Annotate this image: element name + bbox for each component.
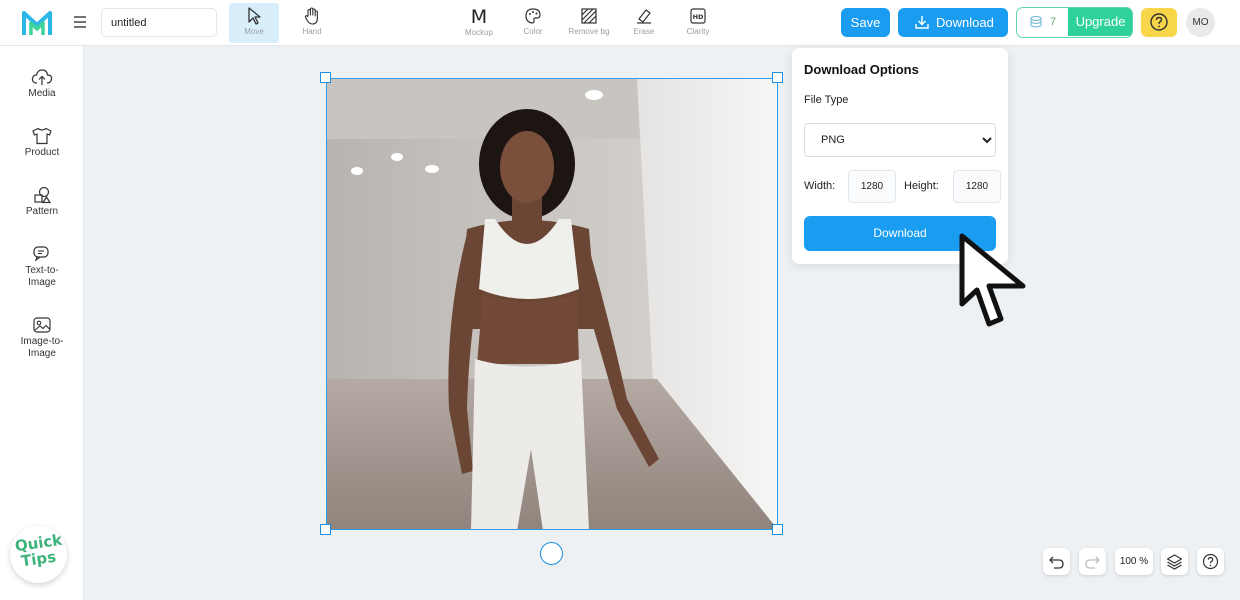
layers-button[interactable]	[1161, 548, 1188, 575]
sidebar-item-product[interactable]: Product	[0, 127, 84, 159]
layers-icon	[1166, 554, 1183, 570]
svg-text:HD: HD	[693, 13, 704, 21]
credits-count: 7	[1050, 16, 1057, 28]
sidebar-item-media[interactable]: Media	[0, 68, 84, 100]
sidebar-item-text-to-image-line2: Image	[28, 277, 56, 288]
resize-handle-bottom-right[interactable]	[772, 524, 783, 535]
left-sidebar: Media Product Pattern Text-to- Image Ima…	[0, 46, 84, 600]
tool-remove-bg-label: Remove bg	[568, 27, 610, 36]
sidebar-item-pattern-label: Pattern	[25, 206, 59, 217]
download-button[interactable]: Download	[898, 8, 1008, 37]
save-button[interactable]: Save	[841, 8, 890, 37]
quick-tips-button[interactable]: Quick Tips	[10, 526, 67, 583]
redo-icon	[1085, 556, 1100, 569]
tool-mockup[interactable]: M Mockup	[454, 3, 504, 43]
tool-color[interactable]: Color	[508, 3, 558, 43]
chat-bubbles-icon	[33, 246, 49, 262]
sidebar-item-product-label: Product	[24, 147, 60, 158]
coins-icon	[1030, 15, 1042, 28]
download-icon	[915, 16, 929, 29]
undo-icon	[1049, 556, 1064, 569]
tool-erase-label: Erase	[633, 27, 655, 36]
width-input[interactable]: 1280	[848, 170, 896, 203]
zoom-level[interactable]: 100 %	[1115, 548, 1153, 575]
app-logo-icon[interactable]	[22, 9, 52, 37]
resize-handle-bottom-left[interactable]	[320, 524, 331, 535]
height-label: Height:	[904, 180, 939, 192]
tshirt-icon	[32, 127, 52, 145]
download-button-label: Download	[936, 15, 994, 30]
tool-mockup-label: Mockup	[464, 28, 493, 37]
model-photo	[327, 79, 777, 529]
tool-clarity-label: Clarity	[686, 27, 710, 36]
top-toolbar: Move Hand M Mockup Color Remove bg Erase…	[0, 0, 1240, 46]
width-label: Width:	[804, 180, 836, 192]
help-button[interactable]	[1141, 8, 1177, 37]
file-type-label: File Type	[804, 94, 849, 106]
pointer-cursor-icon	[959, 233, 1026, 327]
cursor-arrow-icon	[248, 7, 261, 25]
tool-move-label: Move	[244, 27, 264, 36]
sidebar-item-image-to-image[interactable]: Image-to- Image	[0, 316, 84, 360]
credits-widget: 7 Upgrade	[1016, 7, 1133, 38]
cloud-upload-icon	[31, 69, 53, 85]
user-avatar[interactable]: MO	[1186, 8, 1215, 37]
rotate-handle[interactable]	[540, 542, 563, 565]
sidebar-item-text-to-image-line1: Text-to-	[25, 265, 59, 276]
eraser-icon	[637, 9, 651, 24]
tool-move[interactable]: Move	[229, 3, 279, 43]
image-icon	[33, 317, 51, 333]
shapes-icon	[34, 186, 52, 204]
upgrade-button[interactable]: Upgrade	[1068, 8, 1132, 36]
sidebar-item-pattern[interactable]: Pattern	[0, 186, 84, 218]
tool-hand-label: Hand	[302, 27, 322, 36]
file-type-select[interactable]: PNG	[804, 123, 996, 157]
redo-button[interactable]	[1079, 548, 1106, 575]
remove-bg-icon	[581, 8, 597, 24]
question-circle-icon	[1150, 13, 1168, 31]
resize-handle-top-right[interactable]	[772, 72, 783, 83]
palette-icon	[525, 8, 541, 24]
tool-remove-bg[interactable]: Remove bg	[564, 3, 614, 43]
bottom-help-button[interactable]	[1197, 548, 1224, 575]
question-circle-icon	[1202, 553, 1219, 570]
sidebar-item-image-to-image-line1: Image-to-	[20, 336, 64, 347]
document-title-input[interactable]	[101, 8, 217, 37]
tool-color-label: Color	[523, 27, 543, 36]
tool-hand[interactable]: Hand	[287, 3, 337, 43]
sidebar-item-image-to-image-line2: Image	[28, 348, 56, 359]
tool-clarity[interactable]: HD Clarity	[673, 3, 723, 43]
canvas-image[interactable]	[326, 78, 778, 530]
resize-handle-top-left[interactable]	[320, 72, 331, 83]
panel-title: Download Options	[804, 62, 919, 77]
sidebar-item-media-label: Media	[28, 88, 56, 99]
height-input[interactable]: 1280	[953, 170, 1001, 203]
hand-icon	[304, 7, 318, 25]
sidebar-item-text-to-image[interactable]: Text-to- Image	[0, 245, 84, 289]
tool-erase[interactable]: Erase	[619, 3, 669, 43]
undo-button[interactable]	[1043, 548, 1070, 575]
mockup-m-icon: M	[470, 6, 488, 28]
hd-icon: HD	[690, 8, 706, 24]
menu-icon[interactable]	[71, 13, 89, 31]
